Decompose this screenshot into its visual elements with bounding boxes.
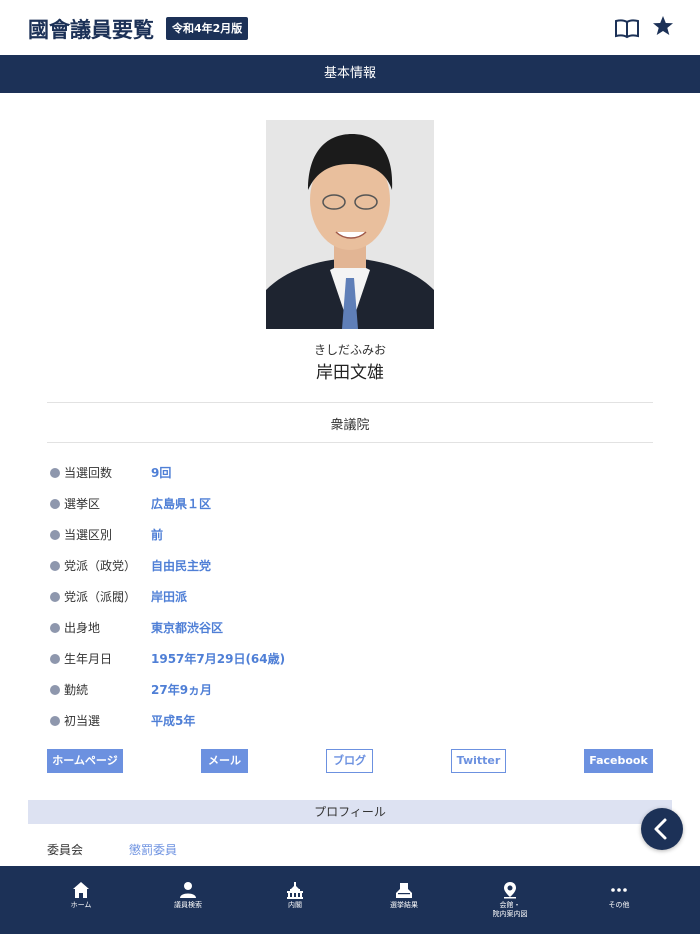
ballot-box-icon <box>396 883 412 898</box>
home-icon <box>73 882 89 898</box>
tab-label: 選挙結果 <box>390 901 418 909</box>
tab-election-results[interactable]: 選挙結果 <box>354 866 454 934</box>
info-row-faction: 党派（派閥） 岸田派 <box>50 585 650 616</box>
info-row-tenure: 勤続 27年9ヵ月 <box>50 678 650 709</box>
star-icon[interactable] <box>652 15 674 37</box>
info-value[interactable]: 岸田派 <box>151 585 187 609</box>
tab-other[interactable]: その他 <box>569 866 669 934</box>
info-value[interactable]: 9回 <box>151 461 171 485</box>
committee-label: 委員会 <box>47 843 84 857</box>
book-open-icon[interactable] <box>614 17 640 39</box>
bullet-icon <box>50 716 60 726</box>
info-label: 当選回数 <box>64 466 113 480</box>
tab-label: 内閣 <box>288 901 302 909</box>
tab-label: 議員検索 <box>174 901 202 909</box>
bullet-icon <box>50 468 60 478</box>
app-header: 國會議員要覧 令和4年2月版 <box>0 0 700 55</box>
bullet-icon <box>50 592 60 602</box>
tab-label: ホーム <box>70 901 92 909</box>
bullet-icon <box>50 685 60 695</box>
member-name: 岸田文雄 <box>316 363 384 383</box>
committee-value[interactable]: 懲罰委員 <box>129 841 177 858</box>
twitter-button[interactable]: Twitter <box>451 749 506 773</box>
bullet-icon <box>50 499 60 509</box>
tab-label-line: 会館・ <box>499 901 521 909</box>
info-label: 勤続 <box>64 683 89 697</box>
section-title-bar: 基本情報 <box>0 55 700 93</box>
info-row-birthdate: 生年月日 1957年7月29日(64歳) <box>50 647 650 678</box>
more-dots-icon <box>611 888 627 892</box>
tab-cabinet[interactable]: 内閣 <box>245 866 345 934</box>
info-row-first-elected: 初当選 平成5年 <box>50 709 650 740</box>
member-name-kana: きしだふみお <box>313 343 386 357</box>
info-value[interactable]: 平成5年 <box>151 709 195 733</box>
info-row-party: 党派（政党） 自由民主党 <box>50 554 650 585</box>
info-row-district: 選挙区 広島県１区 <box>50 492 650 523</box>
tab-home[interactable]: ホーム <box>31 866 131 934</box>
mail-button[interactable]: メール <box>201 749 248 773</box>
info-label: 初当選 <box>64 714 101 728</box>
edition-badge: 令和4年2月版 <box>166 17 249 40</box>
tab-building-guide[interactable]: 会館・ 院内案内図 <box>460 866 560 934</box>
chevron-left-icon <box>654 818 667 840</box>
diet-building-icon <box>287 882 303 899</box>
bullet-icon <box>50 530 60 540</box>
person-icon <box>180 882 196 898</box>
info-value[interactable]: 自由民主党 <box>151 554 211 578</box>
info-value[interactable]: 27年9ヵ月 <box>151 678 212 702</box>
info-row-elections: 当選回数 9回 <box>50 461 650 492</box>
tab-label: その他 <box>608 901 630 909</box>
bullet-icon <box>50 654 60 664</box>
info-row-status: 当選区別 前 <box>50 523 650 554</box>
info-label: 当選区別 <box>64 528 113 542</box>
tab-label: 会館・ 院内案内図 <box>460 901 560 919</box>
bullet-icon <box>50 623 60 633</box>
member-portrait <box>266 120 434 329</box>
info-value[interactable]: 広島県１区 <box>151 492 211 516</box>
homepage-button[interactable]: ホームページ <box>47 749 123 773</box>
member-house: 衆議院 <box>330 418 370 433</box>
blog-button[interactable]: ブログ <box>326 749 373 773</box>
divider <box>47 402 653 403</box>
map-pin-icon <box>504 882 516 899</box>
member-info-list: 当選回数 9回 選挙区 広島県１区 当選区別 前 党派（政党） 自由民主党 党派… <box>50 461 650 740</box>
divider <box>47 442 653 443</box>
tab-member-search[interactable]: 議員検索 <box>138 866 238 934</box>
info-label: 党派（政党） <box>64 559 137 573</box>
tab-label-line: 院内案内図 <box>492 910 528 918</box>
info-label: 出身地 <box>64 621 101 635</box>
bullet-icon <box>50 561 60 571</box>
facebook-button[interactable]: Facebook <box>584 749 653 773</box>
info-label: 生年月日 <box>64 652 113 666</box>
info-value[interactable]: 1957年7月29日(64歳) <box>151 647 285 671</box>
info-row-birthplace: 出身地 東京都渋谷区 <box>50 616 650 647</box>
info-value[interactable]: 前 <box>151 523 163 547</box>
app-title: 國會議員要覧 <box>28 17 154 42</box>
bottom-tab-bar: ホーム 議員検索 内閣 選挙結果 会館・ 院内案内図 その他 <box>0 866 700 934</box>
info-label: 党派（派閥） <box>64 590 137 604</box>
back-button[interactable] <box>641 808 683 850</box>
info-label: 選挙区 <box>64 497 101 511</box>
profile-section-bar: プロフィール <box>28 800 672 824</box>
info-value[interactable]: 東京都渋谷区 <box>151 616 223 640</box>
